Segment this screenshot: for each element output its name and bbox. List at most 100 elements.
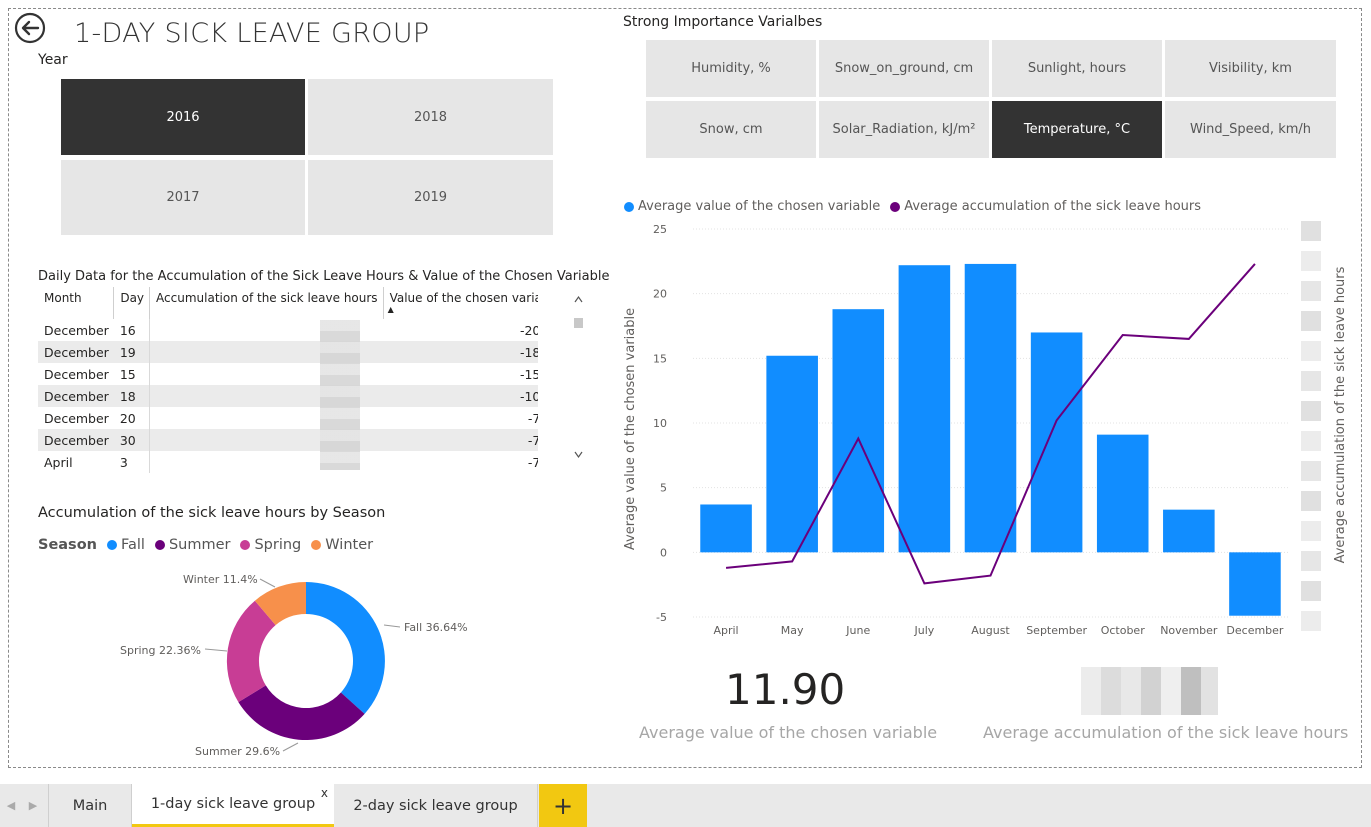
leader-line-fall (383, 624, 401, 628)
legend-title: Season (38, 537, 97, 553)
cell-day: 20 (113, 407, 151, 429)
cell-month: December (44, 366, 109, 382)
table-scrollbar[interactable] (572, 292, 585, 464)
cell-month: December (44, 410, 109, 426)
bar-december[interactable] (1229, 552, 1281, 616)
daily-data-table: Month Day Accumulation of the sick leave… (38, 287, 538, 477)
var-option-snow[interactable]: Snow, cm (646, 101, 816, 158)
chevron-right-icon: ▶ (28, 799, 38, 812)
var-option-solar-radiation[interactable]: Solar_Radiation, kJ/m² (819, 101, 989, 158)
donut-title: Accumulation of the sick leave hours by … (38, 505, 386, 521)
tab-1-day-active[interactable]: 1-day sick leave group x (132, 784, 334, 827)
leader-line-summer (282, 742, 299, 752)
legend-fall-dot (106, 540, 117, 550)
col-header-accumulation[interactable]: Accumulation of the sick leave hours (149, 287, 384, 319)
year-option-2018[interactable]: 2018 (308, 79, 553, 155)
col-header-value[interactable]: Value of the chosen variable ▲ (383, 287, 538, 319)
year-option-2017[interactable]: 2017 (61, 160, 305, 235)
x-tick-label: December (1226, 624, 1284, 637)
bar-june[interactable] (832, 309, 885, 553)
legend-spring-dot (240, 540, 251, 550)
chart-bars (700, 263, 1281, 616)
chevron-left-icon: ◀ (6, 799, 16, 812)
donut-slice-fall[interactable] (306, 582, 385, 714)
monthly-combo-chart: 25 20 15 10 5 0 -5 April May June July August Septe… (623, 221, 1348, 637)
add-page-button[interactable]: + (539, 784, 587, 827)
tab-main[interactable]: Main (48, 784, 132, 827)
cell-day: 18 (113, 385, 151, 407)
redacted-values (320, 320, 360, 470)
table-row: December 16 -20.29 (38, 319, 538, 341)
var-option-wind-speed[interactable]: Wind_Speed, km/h (1165, 101, 1336, 158)
variables-slicer-label: Strong Importance Varialbes (623, 14, 823, 30)
var-option-sunlight[interactable]: Sunlight, hours (992, 40, 1162, 97)
x-tick-label: April (713, 624, 738, 637)
close-tab-icon[interactable]: x (321, 786, 328, 800)
y-tick-label: 10 (653, 417, 667, 430)
cell-day: 30 (113, 429, 151, 451)
cell-day: 3 (113, 451, 151, 473)
table-row: December 20 -7.34 (38, 407, 538, 429)
var-option-temperature[interactable]: Temperature, °C (992, 101, 1162, 158)
legend-bar-label: Average value of the chosen variable (638, 199, 881, 214)
sort-desc-icon: ▲ (387, 305, 394, 314)
leader-line-winter (259, 578, 276, 588)
page-tab-bar: ◀ ▶ Main 1-day sick leave group x 2-day … (0, 784, 1371, 827)
plus-icon: + (552, 791, 574, 820)
y-tick-label: 5 (660, 482, 667, 495)
y-tick-label: 20 (653, 288, 667, 301)
redacted-tick (1301, 401, 1321, 421)
year-slicer-label: Year (38, 52, 68, 68)
legend-line-label: Average accumulation of the sick leave h… (904, 199, 1202, 214)
donut-label-summer: Summer 29.6% (195, 745, 280, 758)
tab-2-day[interactable]: 2-day sick leave group (334, 784, 538, 827)
x-tick-label: September (1026, 624, 1087, 637)
y-axis-title: Average value of the chosen variable (623, 308, 638, 550)
var-option-visibility[interactable]: Visibility, km (1165, 40, 1336, 97)
bar-april[interactable] (700, 504, 752, 553)
redacted-kpi-value (1081, 667, 1218, 715)
x-tick-label: November (1160, 624, 1218, 637)
cell-day: 16 (113, 319, 151, 341)
bar-september[interactable] (1030, 332, 1083, 553)
bar-october[interactable] (1096, 434, 1149, 553)
table-header-row: Month Day Accumulation of the sick leave… (38, 287, 538, 319)
donut-label-spring: Spring 22.36% (120, 644, 201, 657)
year-option-2016[interactable]: 2016 (61, 79, 305, 155)
cell-value: -10.56 (383, 385, 538, 407)
x-tick-label: July (913, 624, 934, 637)
cell-month: December (38, 429, 114, 451)
redacted-secondary-axis (1301, 221, 1321, 631)
year-option-2019[interactable]: 2019 (308, 160, 553, 235)
redacted-tick (1301, 551, 1321, 571)
bar-july[interactable] (898, 265, 951, 553)
kpi-value: 11.90 (725, 665, 846, 714)
legend-winter: Winter (325, 537, 374, 553)
cell-month: December (44, 322, 109, 338)
table-row: April 3 -7.03 (38, 451, 538, 473)
tab-scroll-left[interactable]: ◀ (0, 784, 22, 827)
cell-value: -15.37 (519, 366, 538, 382)
cell-month: December (38, 385, 114, 407)
var-option-snow-on-ground[interactable]: Snow_on_ground, cm (819, 40, 989, 97)
cell-value: -7.14 (383, 429, 538, 451)
bar-august[interactable] (964, 263, 1017, 553)
legend-summer-dot (154, 540, 165, 550)
x-tick-label: May (781, 624, 804, 637)
col-header-month[interactable]: Month (38, 287, 115, 319)
legend-fall: Fall (120, 537, 145, 553)
redacted-tick (1301, 581, 1321, 601)
var-option-humidity[interactable]: Humidity, % (646, 40, 816, 97)
tab-scroll-right[interactable]: ▶ (22, 784, 44, 827)
redacted-tick (1301, 341, 1321, 361)
cell-day: 19 (113, 341, 151, 363)
redacted-tick (1301, 491, 1321, 511)
redacted-tick (1301, 221, 1321, 241)
bar-may[interactable] (766, 355, 818, 553)
col-header-day[interactable]: Day (113, 287, 151, 319)
back-button[interactable] (14, 12, 46, 44)
y-tick-label: -5 (656, 611, 667, 624)
bar-november[interactable] (1163, 509, 1215, 553)
table-row: December 18 -10.56 (38, 385, 538, 407)
y-axis-ticks: 25 20 15 10 5 0 -5 (653, 223, 667, 624)
